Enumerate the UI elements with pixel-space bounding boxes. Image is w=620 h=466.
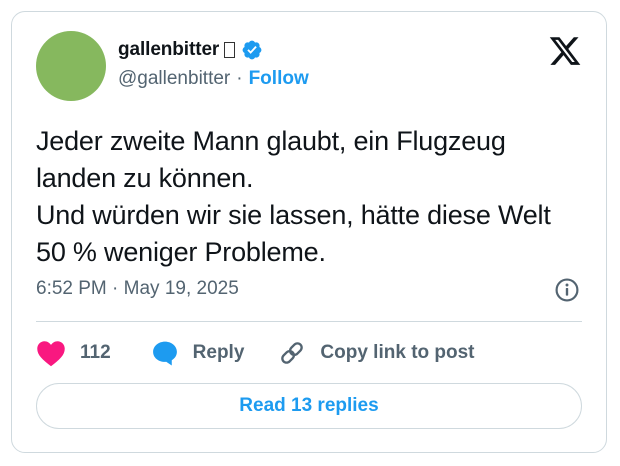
copy-link-label: Copy link to post — [320, 342, 475, 363]
heart-icon — [37, 341, 65, 367]
verified-badge-icon — [242, 40, 262, 60]
author-block: gallenbitter @gallenbitter · Follow — [118, 36, 309, 90]
timestamp-link[interactable]: 6:52 PM · May 19, 2025 — [36, 278, 239, 300]
display-name[interactable]: gallenbitter — [118, 39, 219, 61]
follow-link[interactable]: Follow — [249, 68, 309, 90]
x-logo-icon[interactable] — [548, 34, 582, 68]
info-icon[interactable] — [554, 277, 580, 303]
reply-button[interactable]: Reply — [151, 339, 245, 367]
tweet-embed-card: gallenbitter @gallenbitter · Follow Jede… — [11, 11, 607, 453]
like-button[interactable]: 112 — [36, 339, 111, 367]
speech-bubble-icon — [152, 341, 177, 366]
avatar[interactable] — [36, 31, 106, 101]
action-bar: 112 Reply Copy link to post — [36, 338, 475, 368]
separator-dot: · — [236, 68, 243, 89]
link-icon — [281, 342, 304, 364]
like-count: 112 — [80, 342, 111, 363]
read-replies-button[interactable]: Read 13 replies — [36, 383, 582, 429]
divider — [36, 321, 582, 322]
tweet-text: Jeder zweite Mann glaubt, ein Flugzeug l… — [36, 126, 551, 267]
reply-label: Reply — [192, 342, 245, 363]
emoji-placeholder-icon — [224, 42, 236, 58]
copy-link-button[interactable]: Copy link to post — [278, 339, 475, 367]
name-row: gallenbitter — [118, 36, 309, 64]
handle-row: @gallenbitter · Follow — [118, 68, 309, 90]
handle[interactable]: @gallenbitter — [118, 68, 230, 90]
